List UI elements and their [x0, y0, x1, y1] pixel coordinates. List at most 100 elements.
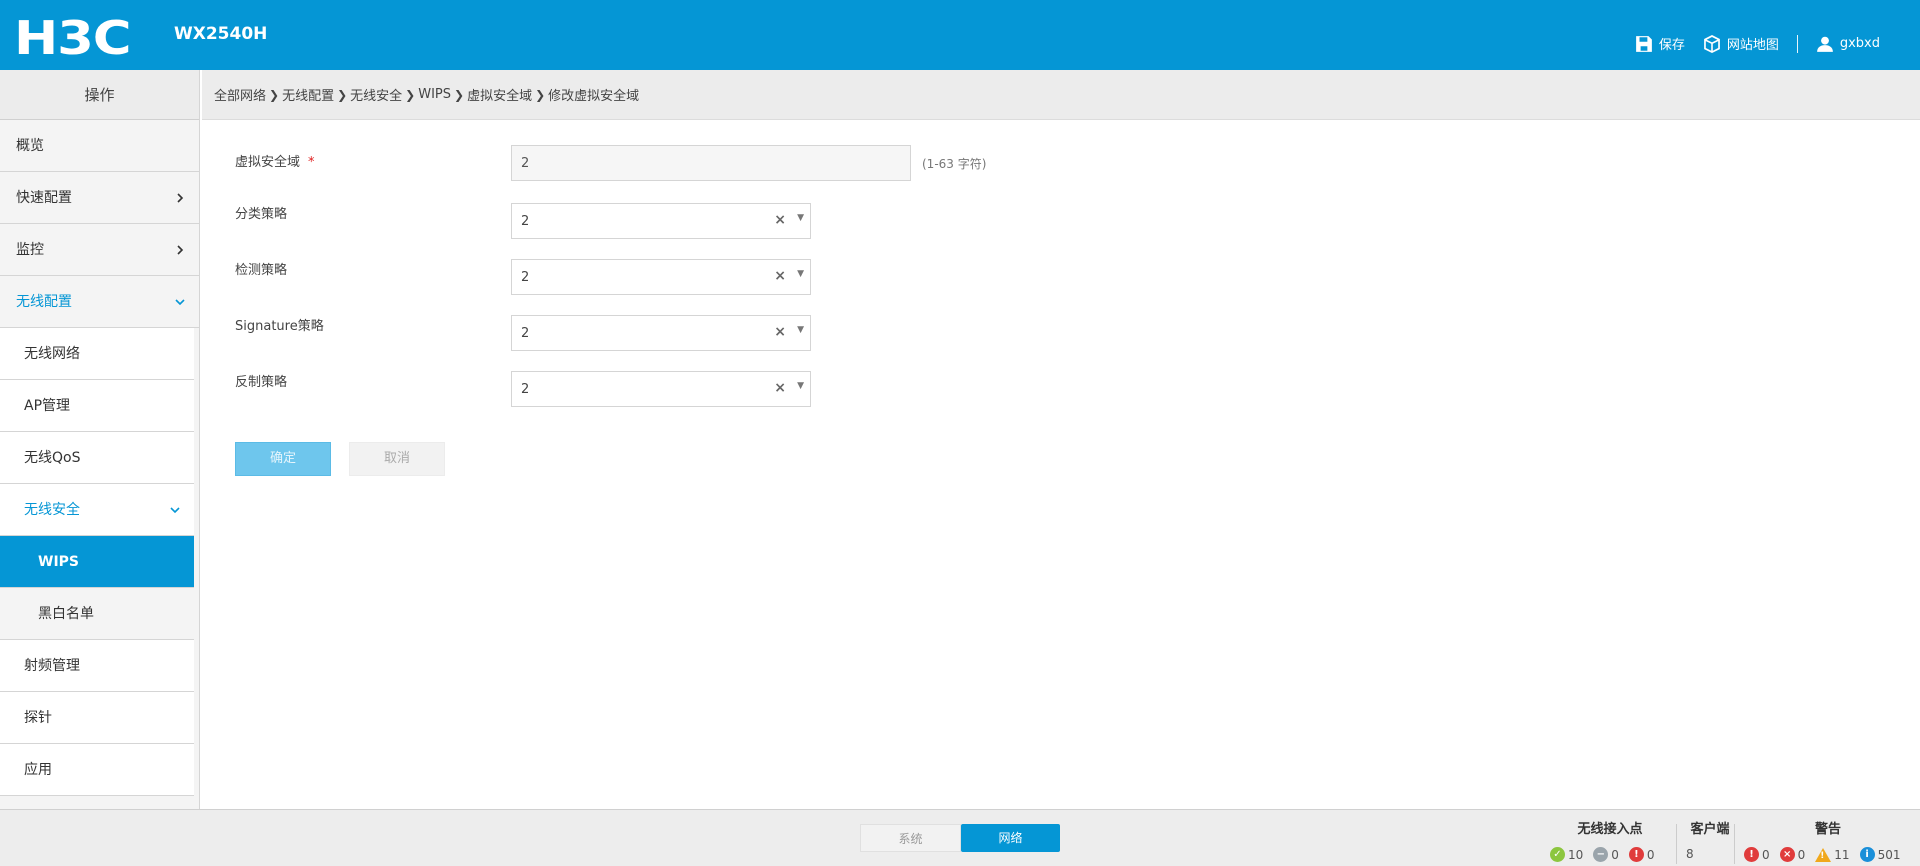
cube-icon — [1703, 34, 1720, 53]
form-row-countermeasure: 反制策略 2 × ▼ — [202, 371, 1202, 411]
save-icon — [1635, 35, 1652, 52]
form-row-vsd: 虚拟安全域* (1-63 字符) — [202, 139, 1202, 181]
dropdown-arrow-icon[interactable]: ▼ — [797, 269, 804, 279]
sidebar-item-label: 射频管理 — [24, 658, 80, 674]
vsd-hint: (1-63 字符) — [922, 157, 987, 171]
breadcrumb-item[interactable]: WIPS — [418, 87, 451, 102]
chevron-right-icon: ❯ — [454, 87, 465, 102]
chevron-down-icon — [168, 484, 182, 536]
breadcrumb-item[interactable]: 虚拟安全域 — [467, 85, 532, 104]
sidebar-item-wireless-config[interactable]: 无线配置 — [0, 276, 199, 328]
check-icon: ✓ — [1550, 847, 1565, 862]
form-row-signature: Signature策略 2 × ▼ — [202, 315, 1202, 355]
status-footer: 系统 网络 无线接入点 ✓ 10 − 0 ! 0 客户端 8 警告 ! 0 × … — [0, 809, 1920, 866]
alarm-critical-count: 0 — [1762, 847, 1770, 862]
header-actions: 保存 网站地图 gxbxd — [1617, 34, 1880, 53]
save-label: 保存 — [1658, 38, 1685, 53]
sitemap-button[interactable]: 网站地图 — [1703, 34, 1779, 53]
clear-icon[interactable]: × — [774, 380, 786, 396]
user-icon — [1816, 36, 1833, 52]
sidebar-item-wips[interactable]: WIPS — [0, 536, 194, 588]
countermeasure-label: 反制策略 — [235, 375, 288, 390]
ap-fault-count: 0 — [1646, 847, 1655, 862]
chevron-right-icon: ❯ — [405, 87, 416, 102]
sidebar-item-ap-management[interactable]: AP管理 — [0, 380, 194, 432]
cancel-button[interactable]: 取消 — [349, 442, 445, 476]
dropdown-arrow-icon[interactable]: ▼ — [797, 325, 804, 335]
sidebar-item-blackwhite-list[interactable]: 黑白名单 — [0, 588, 194, 640]
top-header: H3C WX2540H 保存 网站地图 gxbxd — [0, 0, 1920, 70]
h3c-logo: H3C — [14, 11, 132, 65]
sidebar-item-label: 无线配置 — [16, 294, 72, 310]
breadcrumb-current: 修改虚拟安全域 — [548, 89, 640, 104]
dropdown-arrow-icon[interactable]: ▼ — [797, 213, 804, 223]
clear-icon[interactable]: × — [774, 212, 786, 228]
breadcrumb-item[interactable]: 全部网络 — [214, 85, 266, 104]
major-alarm-icon: × — [1779, 847, 1795, 862]
ap-offline-count: 0 — [1611, 847, 1619, 862]
ap-ok-count: 10 — [1568, 847, 1584, 862]
alarm-info-count: 501 — [1877, 847, 1901, 862]
select-value: 2 — [521, 326, 530, 341]
ap-status-title: 无线接入点 — [1577, 822, 1643, 837]
chevron-right-icon — [173, 224, 187, 276]
sidebar-item-overview[interactable]: 概览 — [0, 120, 199, 172]
critical-alarm-icon: ! — [1744, 847, 1759, 862]
sidebar-item-label: 无线QoS — [24, 450, 81, 466]
sitemap-label: 网站地图 — [1726, 38, 1779, 53]
classify-select[interactable]: 2 × ▼ — [511, 203, 811, 239]
mode-system-button[interactable]: 系统 — [860, 824, 961, 852]
client-status[interactable]: 客户端 8 — [1684, 818, 1736, 861]
client-status-title: 客户端 — [1690, 822, 1730, 837]
clear-icon[interactable]: × — [774, 324, 786, 340]
sidebar-item-probe[interactable]: 探针 — [0, 692, 194, 744]
sidebar-item-label: 应用 — [24, 762, 52, 778]
chevron-right-icon: ❯ — [269, 87, 280, 102]
info-icon: i — [1859, 847, 1875, 862]
select-value: 2 — [521, 214, 530, 229]
alarm-status[interactable]: 警告 ! 0 × 0 ! 11 i 501 — [1738, 818, 1918, 862]
dropdown-arrow-icon[interactable]: ▼ — [797, 381, 804, 391]
sidebar-item-label: 概览 — [16, 138, 44, 154]
user-menu[interactable]: gxbxd — [1816, 35, 1880, 53]
chevron-right-icon: ❯ — [535, 87, 546, 102]
form-row-classify: 分类策略 2 × ▼ — [202, 203, 1202, 243]
sidebar-item-quick-config[interactable]: 快速配置 — [0, 172, 199, 224]
chevron-right-icon: ❯ — [337, 87, 348, 102]
confirm-button[interactable]: 确定 — [235, 442, 331, 476]
select-value: 2 — [521, 382, 530, 397]
sidebar-item-wireless-qos[interactable]: 无线QoS — [0, 432, 194, 484]
sidebar-item-radio-management[interactable]: 射频管理 — [0, 640, 194, 692]
alarm-major-count: 0 — [1797, 847, 1806, 862]
username: gxbxd — [1839, 36, 1880, 51]
classify-label: 分类策略 — [235, 207, 288, 222]
sidebar-item-application[interactable]: 应用 — [0, 744, 194, 796]
signature-label: Signature策略 — [235, 319, 324, 334]
sidebar-item-label: 快速配置 — [16, 190, 72, 206]
breadcrumb-item[interactable]: 无线安全 — [350, 85, 402, 104]
form-row-detect: 检测策略 2 × ▼ — [202, 259, 1202, 299]
minus-icon: − — [1593, 847, 1609, 862]
sidebar-item-label: WIPS — [38, 554, 79, 570]
mode-toggle: 系统 网络 — [860, 824, 1060, 852]
ap-status[interactable]: 无线接入点 ✓ 10 − 0 ! 0 — [1550, 818, 1664, 862]
sidebar-item-label: 探针 — [24, 710, 52, 726]
sidebar-item-wireless-network[interactable]: 无线网络 — [0, 328, 194, 380]
sidebar-item-wireless-security[interactable]: 无线安全 — [0, 484, 194, 536]
vsd-label: 虚拟安全域 * — [235, 155, 315, 170]
detect-label: 检测策略 — [235, 263, 288, 278]
sidebar-item-label: 无线网络 — [24, 346, 80, 362]
mode-network-button[interactable]: 网络 — [961, 824, 1060, 852]
breadcrumb-item[interactable]: 无线配置 — [282, 85, 334, 104]
header-divider — [1796, 34, 1798, 53]
chevron-right-icon — [173, 172, 187, 224]
alarm-status-title: 警告 — [1814, 822, 1841, 837]
vsd-input[interactable] — [511, 145, 911, 181]
detect-select[interactable]: 2 × ▼ — [511, 259, 811, 295]
countermeasure-select[interactable]: 2 × ▼ — [511, 371, 811, 407]
warning-icon: ! — [1815, 847, 1832, 862]
sidebar-item-monitor[interactable]: 监控 — [0, 224, 199, 276]
clear-icon[interactable]: × — [774, 268, 786, 284]
signature-select[interactable]: 2 × ▼ — [511, 315, 811, 351]
save-button[interactable]: 保存 — [1635, 34, 1685, 53]
